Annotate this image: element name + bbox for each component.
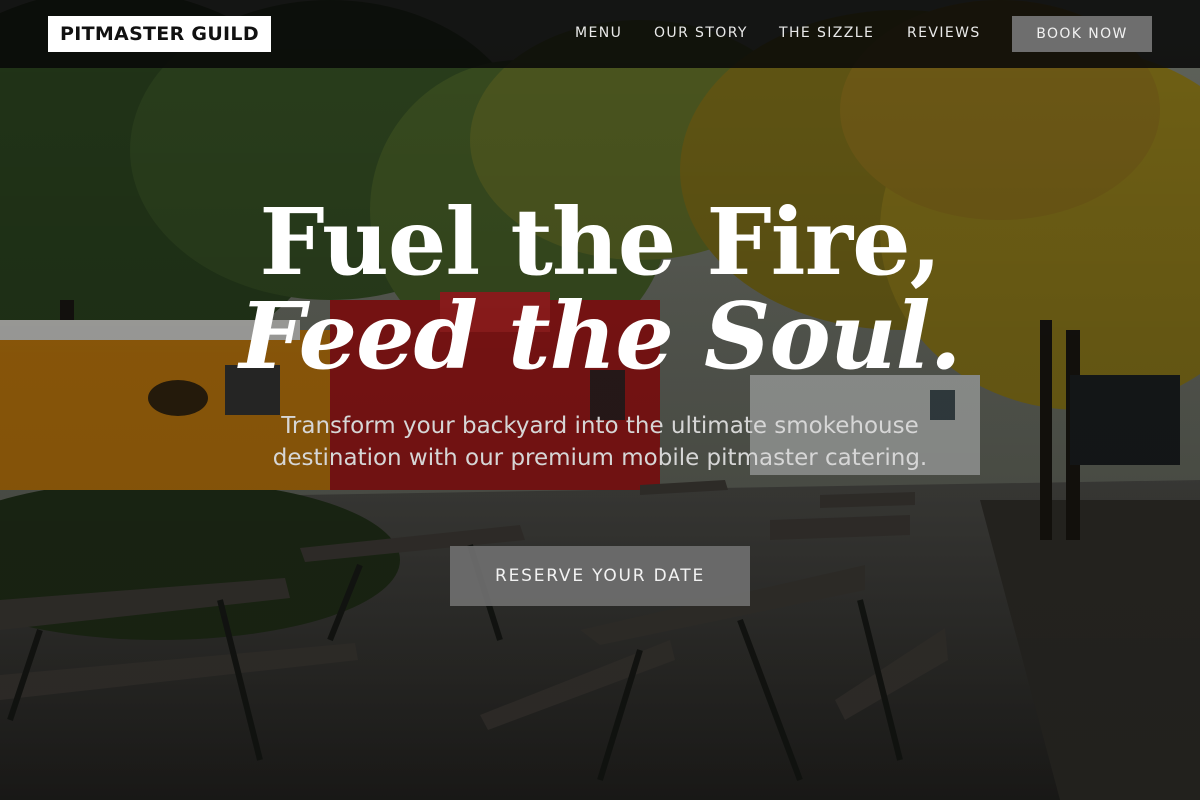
hero-subtitle: Transform your backyard into the ultimat… (272, 413, 928, 471)
hero-headline-line2: Feed the Soul. (239, 282, 961, 390)
reserve-date-button[interactable]: RESERVE YOUR DATE (450, 546, 750, 606)
hero-section: Fuel the Fire, Feed the Soul. Transform … (0, 0, 1200, 800)
hero-headline-line1: Fuel the Fire, (259, 188, 941, 296)
